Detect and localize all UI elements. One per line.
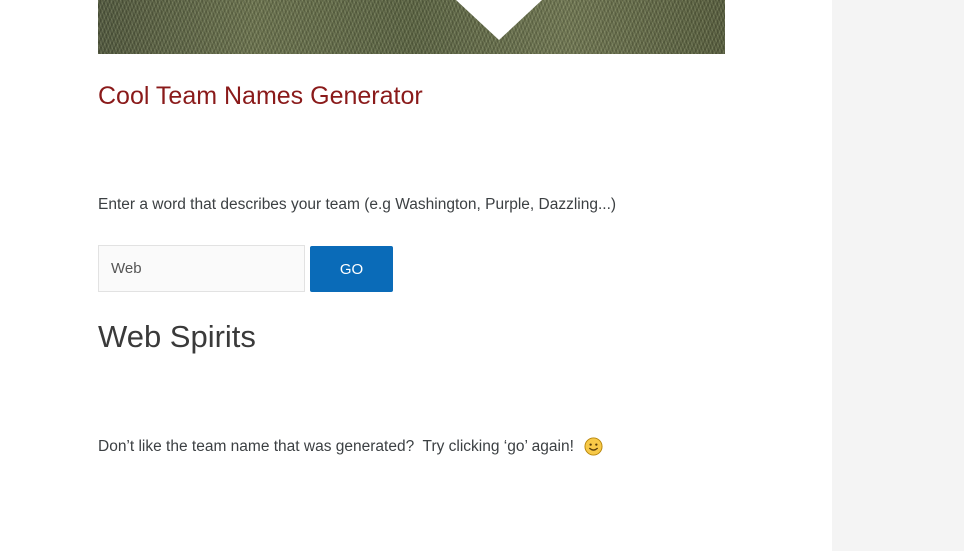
retry-message: Don’t like the team name that was genera…: [98, 437, 603, 456]
generated-team-name: Web Spirits: [98, 319, 256, 354]
smile-icon: [584, 437, 603, 456]
hero-banner-image: [98, 0, 725, 54]
page-title[interactable]: Cool Team Names Generator: [98, 82, 423, 111]
page: Cool Team Names Generator Enter a word t…: [0, 0, 964, 551]
instruction-text: Enter a word that describes your team (e…: [98, 196, 617, 213]
go-button[interactable]: GO: [310, 246, 393, 292]
right-sidebar: [832, 0, 964, 551]
hero-notch: [456, 0, 542, 40]
retry-text: Don’t like the team name that was genera…: [98, 437, 574, 455]
team-word-input[interactable]: [98, 245, 305, 292]
